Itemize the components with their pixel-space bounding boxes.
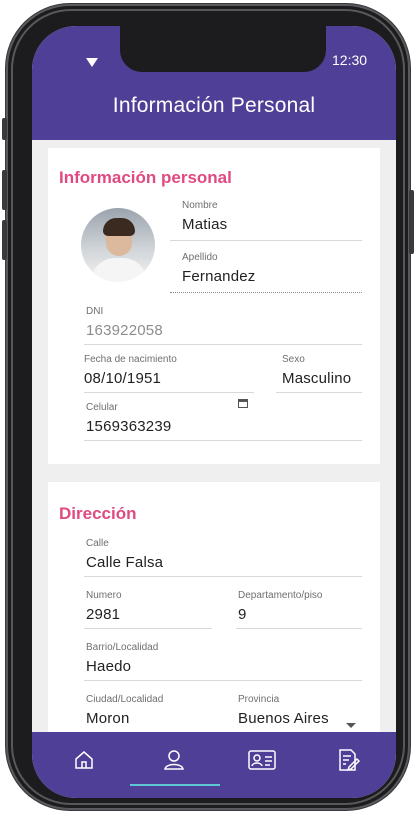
apellido-value[interactable]: Fernandez — [182, 268, 256, 285]
barrio-field[interactable]: Barrio/Localidad Haedo — [86, 642, 158, 675]
fecha-value[interactable]: 08/10/1951 — [84, 370, 177, 387]
mute-switch — [2, 118, 7, 140]
chevron-down-icon[interactable] — [346, 723, 356, 728]
address-section-title: Dirección — [59, 504, 137, 523]
sexo-field[interactable]: Sexo Masculino — [282, 354, 351, 387]
nombre-label: Nombre — [182, 200, 218, 211]
barrio-value[interactable]: Haedo — [86, 658, 158, 675]
calle-label: Calle — [86, 538, 109, 549]
fecha-underline — [84, 392, 254, 393]
depto-label: Departamento/piso — [238, 590, 323, 601]
nav-home[interactable] — [64, 744, 104, 776]
apellido-label: Apellido — [182, 252, 218, 263]
avatar[interactable] — [81, 208, 155, 282]
calle-underline — [84, 576, 362, 577]
provincia-value[interactable]: Buenos Aires — [238, 710, 329, 727]
calle-value[interactable]: Calle Falsa — [86, 554, 163, 571]
power-button — [409, 190, 414, 254]
notch — [120, 26, 326, 72]
numero-value[interactable]: 2981 — [86, 606, 122, 623]
screen: 12:30 Información Personal Información p… — [32, 26, 396, 798]
fecha-label: Fecha de nacimiento — [84, 354, 177, 365]
barrio-label: Barrio/Localidad — [86, 642, 159, 653]
dni-underline — [84, 344, 362, 345]
provincia-label: Provincia — [238, 694, 280, 705]
page-title: Información Personal — [112, 94, 316, 117]
celular-value[interactable]: 1569363239 — [86, 418, 171, 435]
barrio-underline — [84, 680, 362, 681]
sexo-underline — [276, 392, 362, 393]
active-tab-indicator — [130, 784, 220, 786]
nav-profile[interactable] — [154, 744, 194, 776]
nombre-underline — [170, 240, 362, 241]
personal-section-title: Información personal — [59, 168, 232, 187]
depto-underline — [236, 628, 362, 629]
document-edit-icon — [339, 749, 360, 772]
app-header: 12:30 Información Personal — [32, 26, 396, 140]
depto-value[interactable]: 9 — [238, 606, 323, 623]
phone-frame: 12:30 Información Personal Información p… — [2, 4, 414, 810]
id-card-icon — [248, 750, 276, 770]
dni-field[interactable]: DNI 163922058 — [86, 306, 163, 339]
sexo-label: Sexo — [282, 354, 305, 365]
depto-field[interactable]: Departamento/piso 9 — [238, 590, 323, 623]
calle-field[interactable]: Calle Calle Falsa — [86, 538, 163, 571]
celular-underline — [84, 440, 362, 441]
volume-down-button — [2, 220, 7, 260]
volume-up-button — [2, 170, 7, 210]
celular-label: Celular — [86, 402, 118, 413]
nav-documents[interactable] — [328, 744, 368, 776]
home-icon — [75, 751, 93, 769]
sexo-value[interactable]: Masculino — [282, 370, 351, 387]
apellido-field[interactable]: Apellido Fernandez — [182, 252, 256, 285]
ciudad-field[interactable]: Ciudad/Localidad Moron — [86, 694, 163, 727]
apellido-underline — [170, 292, 362, 293]
calendar-icon[interactable] — [238, 399, 248, 408]
numero-underline — [84, 628, 212, 629]
nav-id-card[interactable] — [242, 744, 282, 776]
status-time: 12:30 — [332, 52, 368, 68]
numero-field[interactable]: Numero 2981 — [86, 590, 122, 623]
nombre-value[interactable]: Matias — [182, 216, 227, 233]
bottom-nav — [32, 732, 396, 798]
fecha-field[interactable]: Fecha de nacimiento 08/10/1951 — [84, 354, 177, 387]
nombre-field[interactable]: Nombre Matias — [182, 200, 227, 233]
ciudad-value[interactable]: Moron — [86, 710, 163, 727]
ciudad-label: Ciudad/Localidad — [86, 694, 164, 705]
dni-value[interactable]: 163922058 — [86, 322, 163, 339]
dni-label: DNI — [86, 306, 104, 317]
celular-field[interactable]: Celular 1569363239 — [86, 402, 171, 435]
wifi-icon — [86, 58, 98, 67]
provincia-select[interactable]: Provincia Buenos Aires — [238, 694, 329, 727]
profile-icon — [164, 750, 184, 770]
numero-label: Numero — [86, 590, 122, 601]
